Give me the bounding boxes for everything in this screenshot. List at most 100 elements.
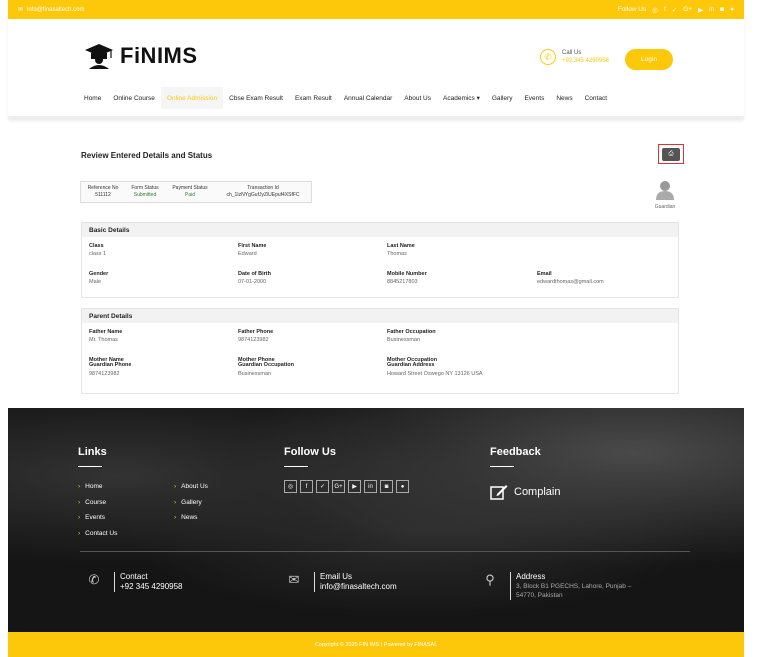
- complain-link[interactable]: Complain: [490, 484, 560, 500]
- basic-details-panel: Basic Details Class class 1 First Name E…: [81, 222, 679, 298]
- father-occupation-label: Father Occupation: [387, 329, 436, 335]
- follow-us-label: Follow Us: [617, 6, 647, 13]
- footer-link-gallery[interactable]: Gallery: [174, 499, 202, 506]
- footer-twitter-icon[interactable]: ✓: [316, 480, 329, 493]
- class-label: Class: [89, 243, 104, 249]
- nav-online-admission[interactable]: Online Admission: [160, 87, 224, 109]
- last-name-value: Thomas: [387, 251, 407, 257]
- map-marker-icon: ⚲: [485, 572, 495, 587]
- footer-youtube-icon[interactable]: ▶: [348, 480, 361, 493]
- call-us-number: +92 345 4290958: [562, 58, 609, 64]
- nav-cbse-exam-result[interactable]: Cbse Exam Result: [223, 87, 289, 109]
- footer-google-plus-icon[interactable]: G+: [332, 480, 345, 493]
- first-name-value: Edward: [238, 251, 257, 257]
- footer-address: ⚲ Address 3, Block B1 PGECHS, Lahore, Pu…: [480, 572, 631, 600]
- nav-academics[interactable]: Academics ▾: [437, 87, 486, 109]
- email-value: edwardthomas@gmail.com: [537, 279, 604, 285]
- guardian-avatar: Guardian: [650, 180, 680, 210]
- twitter-icon[interactable]: ✓: [672, 6, 677, 14]
- transaction-label: Transaction Id: [247, 185, 279, 191]
- nav-news[interactable]: News: [550, 87, 578, 109]
- nav-annual-calendar[interactable]: Annual Calendar: [338, 87, 398, 109]
- footer-instagram-icon[interactable]: ◙: [380, 480, 393, 493]
- guardian-label: Guardian: [654, 204, 676, 210]
- facebook-icon[interactable]: f: [664, 6, 666, 13]
- payment-status-label: Payment Status: [172, 185, 208, 191]
- parent-details-title: Parent Details: [82, 309, 678, 323]
- call-us[interactable]: ✆ Call Us +92 345 4290958: [540, 49, 609, 65]
- top-social: Follow Us ◎ f ✓ G+ ▶ in ◙ ●: [618, 6, 734, 14]
- copyright-text: Copyright © 2025 FIN IMS | Powered by FI…: [314, 641, 438, 648]
- print-button[interactable]: ⎙: [658, 144, 684, 164]
- contact-value: +92 345 4290958: [120, 582, 183, 591]
- nav-gallery[interactable]: Gallery: [486, 87, 519, 109]
- footer-whatsapp-icon[interactable]: ◎: [284, 480, 297, 493]
- address-label: Address: [516, 572, 546, 581]
- parent-details-panel: Parent Details Father Name Mr. Thomas Fa…: [81, 308, 679, 394]
- google-plus-icon[interactable]: G+: [683, 6, 692, 13]
- nav-home[interactable]: Home: [78, 87, 107, 109]
- footer-social-row: ◎ f ✓ G+ ▶ in ◙ ●: [284, 480, 409, 493]
- footer-link-home[interactable]: Home: [78, 483, 102, 490]
- guardian-occupation-label: Guardian Occupation: [238, 362, 294, 368]
- email-us-label: Email Us: [320, 572, 353, 581]
- nav-exam-result[interactable]: Exam Result: [289, 87, 338, 109]
- dob-value: 07-01-2000: [238, 279, 267, 285]
- top-bar: ✉ info@finasaltech.com Follow Us ◎ f ✓ G…: [8, 0, 744, 19]
- transaction-value: ch_1IzNYgGufJyZiUEpuf4XSfFC: [226, 192, 300, 198]
- footer-linkedin-icon[interactable]: in: [364, 480, 377, 493]
- footer-link-contact-us[interactable]: Contact Us: [78, 530, 117, 537]
- father-phone-value: 9874123982: [238, 337, 269, 343]
- nav-contact[interactable]: Contact: [579, 87, 613, 109]
- login-button[interactable]: Login: [625, 49, 673, 70]
- main-nav: Home Online Course Online Admission Cbse…: [78, 87, 613, 109]
- form-status-label: Form Status: [131, 185, 159, 191]
- gender-label: Gender: [89, 271, 109, 277]
- footer-background-photo: [8, 408, 744, 632]
- logo[interactable]: FiNIMS: [84, 43, 198, 69]
- header: FiNIMS ✆ Call Us +92 345 4290958 Login H…: [8, 19, 744, 119]
- nav-about-us[interactable]: About Us: [398, 87, 437, 109]
- linkedin-icon[interactable]: in: [709, 6, 714, 13]
- father-occupation-value: Businessman: [387, 337, 421, 343]
- copyright-bar: Copyright © 2025 FIN IMS | Powered by FI…: [8, 632, 744, 657]
- father-name-value: Mr. Thomas: [89, 337, 118, 343]
- address-line2: 54770, Pakistan: [516, 592, 563, 599]
- class-value: class 1: [89, 251, 107, 257]
- footer-link-news[interactable]: News: [174, 514, 197, 521]
- top-email[interactable]: ✉ info@finasaltech.com: [18, 6, 84, 14]
- feedback-underline: [490, 466, 514, 467]
- phone-icon: ✆: [540, 49, 556, 65]
- follow-us-underline: [284, 466, 308, 467]
- user-icon: [656, 181, 674, 200]
- footer-link-about-us[interactable]: About Us: [174, 483, 208, 490]
- footer-facebook-icon[interactable]: f: [300, 480, 313, 493]
- dribbble-icon[interactable]: ●: [730, 6, 734, 13]
- footer-email[interactable]: ✉ Email Us info@finasaltech.com: [284, 572, 397, 592]
- nav-events[interactable]: Events: [518, 87, 550, 109]
- contact-label: Contact: [120, 572, 148, 581]
- dob-label: Date of Birth: [238, 271, 271, 277]
- payment-status-value: Paid: [184, 192, 195, 198]
- footer-contact[interactable]: ✆ Contact +92 345 4290958: [84, 572, 183, 592]
- youtube-icon[interactable]: ▶: [698, 6, 703, 14]
- email-label: Email: [537, 271, 552, 277]
- links-underline: [78, 466, 102, 467]
- links-title: Links: [78, 446, 107, 458]
- guardian-address-label: Guardian Address: [387, 362, 435, 368]
- basic-details-title: Basic Details: [82, 223, 678, 237]
- brand-name: FiNIMS: [120, 43, 198, 68]
- first-name-label: First Name: [238, 243, 267, 249]
- footer-link-events[interactable]: Events: [78, 514, 105, 521]
- nav-online-course[interactable]: Online Course: [107, 87, 161, 109]
- form-status-value: Submitted: [133, 192, 157, 198]
- guardian-phone-label: Guardian Phone: [89, 362, 132, 368]
- footer-dribbble-icon[interactable]: ●: [396, 480, 409, 493]
- footer-link-course[interactable]: Course: [78, 499, 106, 506]
- instagram-icon[interactable]: ◙: [720, 6, 724, 13]
- envelope-icon: ✉: [288, 572, 300, 587]
- address-line1: 3, Block B1 PGECHS, Lahore, Punjab –: [516, 583, 632, 590]
- email-us-value: info@finasaltech.com: [320, 582, 397, 591]
- whatsapp-icon[interactable]: ◎: [652, 6, 658, 14]
- father-name-label: Father Name: [89, 329, 123, 335]
